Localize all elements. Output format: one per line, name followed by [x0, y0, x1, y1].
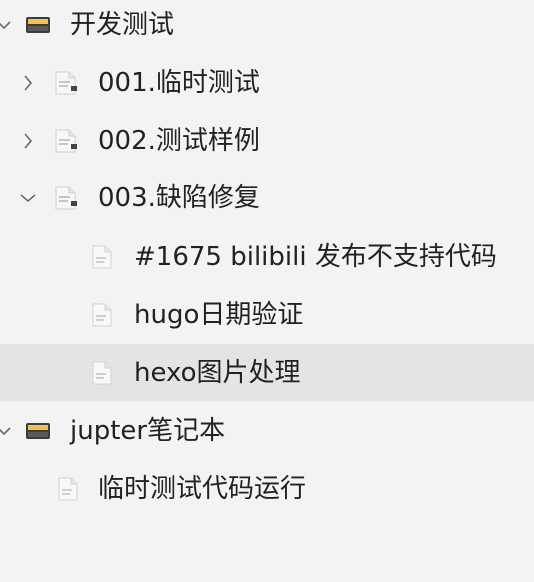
notebook-icon — [24, 12, 52, 38]
notebook-tree: 开发测试 001.临时测试 002.测试样例 003.缺陷修复 #1675 bi… — [0, 0, 534, 582]
note-icon — [88, 244, 116, 270]
tree-item-label: 002.测试样例 — [98, 125, 260, 156]
folder-note-icon — [52, 128, 80, 154]
tree-item-label: hugo日期验证 — [134, 299, 304, 330]
tree-item-notebook-dev-test[interactable]: 开发测试 — [0, 0, 534, 53]
folder-note-icon — [52, 185, 80, 211]
tree-item-note-hexo[interactable]: hexo图片处理 — [0, 344, 534, 401]
tree-item-label: jupter笔记本 — [70, 415, 226, 446]
chevron-down-icon[interactable] — [0, 15, 14, 35]
notebook-icon — [24, 418, 52, 444]
tree-item-label: 001.临时测试 — [98, 67, 260, 98]
chevron-right-icon[interactable] — [18, 131, 38, 151]
tree-item-label: 开发测试 — [70, 9, 175, 40]
note-icon — [88, 302, 116, 328]
chevron-down-icon[interactable] — [18, 188, 38, 208]
tree-item-label: 临时测试代码运行 — [98, 473, 307, 504]
tree-item-label: #1675 bilibili 发布不支持代码 — [134, 241, 497, 272]
tree-item-folder-002[interactable]: 002.测试样例 — [0, 112, 534, 169]
tree-item-note-1675[interactable]: #1675 bilibili 发布不支持代码 — [0, 228, 534, 285]
chevron-right-icon[interactable] — [18, 73, 38, 93]
tree-item-note-temp-code-run[interactable]: 临时测试代码运行 — [0, 460, 534, 517]
folder-note-icon — [52, 70, 80, 96]
tree-item-label: hexo图片处理 — [134, 357, 301, 388]
chevron-down-icon[interactable] — [0, 421, 14, 441]
tree-item-folder-001[interactable]: 001.临时测试 — [0, 54, 534, 111]
note-icon — [88, 360, 116, 386]
tree-item-label: 003.缺陷修复 — [98, 182, 260, 213]
note-icon — [54, 476, 82, 502]
tree-item-notebook-jupter[interactable]: jupter笔记本 — [0, 402, 534, 459]
tree-item-folder-003[interactable]: 003.缺陷修复 — [0, 169, 534, 226]
tree-item-note-hugo[interactable]: hugo日期验证 — [0, 286, 534, 343]
